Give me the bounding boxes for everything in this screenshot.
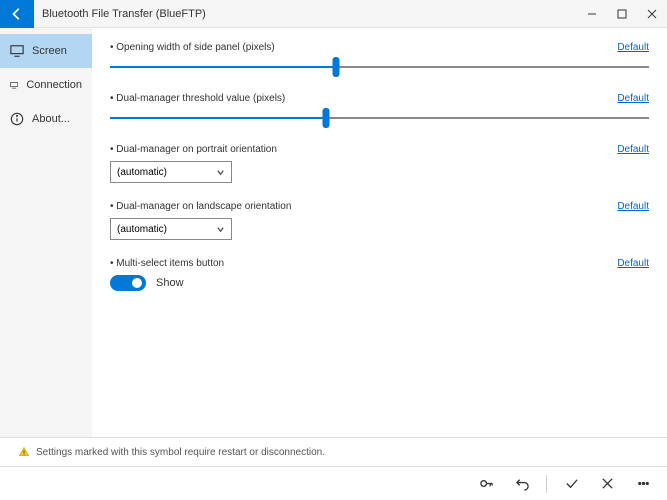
default-link[interactable]: Default xyxy=(617,144,649,155)
sidebar-item-about[interactable]: About... xyxy=(0,102,92,136)
warning-icon xyxy=(18,446,30,458)
window-title: Bluetooth File Transfer (BlueFTP) xyxy=(42,8,577,20)
back-button[interactable] xyxy=(0,0,34,28)
slider-thumb[interactable] xyxy=(322,108,329,128)
opening-width-slider[interactable] xyxy=(110,59,649,75)
sidebar-item-screen[interactable]: Screen xyxy=(0,34,92,68)
cancel-button[interactable] xyxy=(591,471,623,497)
sidebar-item-connection[interactable]: Connection xyxy=(0,68,92,102)
setting-opening-width: Opening width of side panel (pixels) Def… xyxy=(110,42,649,75)
dual-threshold-slider[interactable] xyxy=(110,110,649,126)
sidebar: Screen Connection About... xyxy=(0,28,92,437)
title-bar: Bluetooth File Transfer (BlueFTP) xyxy=(0,0,667,28)
setting-label: Dual-manager on portrait orientation xyxy=(110,144,277,155)
minimize-button[interactable] xyxy=(577,0,607,28)
select-value: (automatic) xyxy=(117,224,167,235)
bottom-toolbar xyxy=(0,466,667,500)
undo-button[interactable] xyxy=(506,471,538,497)
sidebar-item-label: Screen xyxy=(32,45,67,57)
connection-icon xyxy=(10,78,18,92)
footer-note: Settings marked with this symbol require… xyxy=(0,437,667,466)
dual-landscape-select[interactable]: (automatic) xyxy=(110,218,232,240)
settings-panel: Opening width of side panel (pixels) Def… xyxy=(92,28,667,437)
sidebar-item-label: Connection xyxy=(26,79,82,91)
setting-label: Dual-manager on landscape orientation xyxy=(110,201,291,212)
separator xyxy=(546,475,547,493)
setting-label: Opening width of side panel (pixels) xyxy=(110,42,275,53)
monitor-icon xyxy=(10,44,24,58)
chevron-down-icon xyxy=(216,168,225,177)
sidebar-item-label: About... xyxy=(32,113,70,125)
key-button[interactable] xyxy=(470,471,502,497)
chevron-down-icon xyxy=(216,225,225,234)
setting-dual-threshold: Dual-manager threshold value (pixels) De… xyxy=(110,93,649,126)
footer-note-text: Settings marked with this symbol require… xyxy=(36,447,325,458)
more-button[interactable] xyxy=(627,471,659,497)
setting-multiselect: Multi-select items button Default Show xyxy=(110,258,649,291)
setting-dual-landscape: Dual-manager on landscape orientation De… xyxy=(110,201,649,240)
multiselect-toggle[interactable] xyxy=(110,275,146,291)
default-link[interactable]: Default xyxy=(617,93,649,104)
close-button[interactable] xyxy=(637,0,667,28)
setting-dual-portrait: Dual-manager on portrait orientation Def… xyxy=(110,144,649,183)
setting-label: Multi-select items button xyxy=(110,258,224,269)
default-link[interactable]: Default xyxy=(617,201,649,212)
apply-button[interactable] xyxy=(555,471,587,497)
default-link[interactable]: Default xyxy=(617,258,649,269)
info-icon xyxy=(10,112,24,126)
setting-label: Dual-manager threshold value (pixels) xyxy=(110,93,285,104)
select-value: (automatic) xyxy=(117,167,167,178)
default-link[interactable]: Default xyxy=(617,42,649,53)
slider-thumb[interactable] xyxy=(333,57,340,77)
dual-portrait-select[interactable]: (automatic) xyxy=(110,161,232,183)
maximize-button[interactable] xyxy=(607,0,637,28)
toggle-state-label: Show xyxy=(156,277,184,289)
